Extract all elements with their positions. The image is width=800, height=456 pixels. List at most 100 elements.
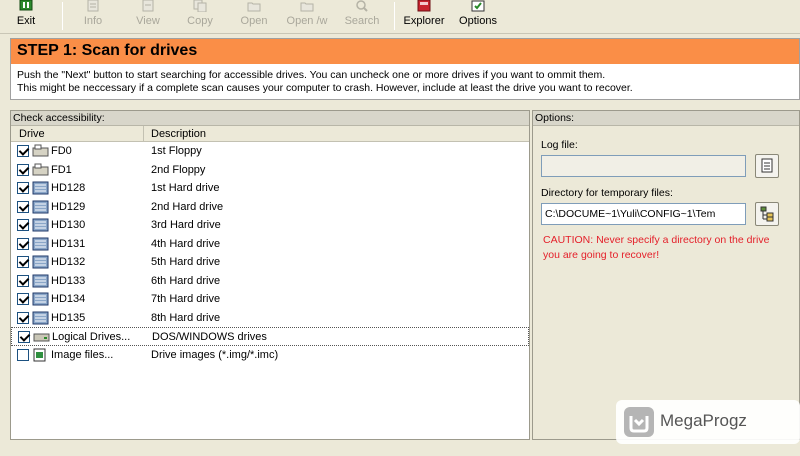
options-caption: Options:	[533, 111, 799, 126]
drive-checkbox[interactable]	[17, 237, 29, 250]
view-label: View	[136, 15, 160, 27]
hard-drive-icon	[32, 274, 49, 287]
step-title: STEP 1: Scan for drives	[11, 39, 799, 64]
logical-drive-icon	[33, 333, 50, 342]
explorer-button[interactable]: Explorer	[402, 0, 446, 32]
toolbar-separator	[394, 2, 395, 30]
drive-checkbox[interactable]	[17, 200, 29, 213]
explorer-label: Explorer	[403, 15, 445, 27]
floppy-drive-icon	[32, 144, 49, 157]
drive-checkbox[interactable]	[17, 182, 29, 194]
step-panel: STEP 1: Scan for drives Push the "Next" …	[10, 38, 800, 100]
drive-name: HD134	[51, 293, 86, 305]
column-header-drive[interactable]: Drive	[19, 128, 45, 140]
drive-description: 2nd Floppy	[151, 163, 206, 176]
drive-description: DOS/WINDOWS drives	[152, 331, 267, 343]
drive-checkbox[interactable]	[17, 293, 29, 305]
drive-name: HD128	[51, 182, 86, 194]
exit-button[interactable]: Exit	[12, 0, 40, 32]
search-icon	[356, 0, 368, 12]
drive-description: 1st Floppy	[151, 145, 202, 157]
copy-button[interactable]: Copy	[180, 0, 220, 32]
drive-description: 5th Hard drive	[151, 256, 221, 268]
hard-drive-icon	[32, 311, 49, 324]
drive-checkbox[interactable]	[17, 311, 29, 324]
drive-row-hd130[interactable]: HD130 3rd Hard drive	[11, 216, 529, 235]
search-button[interactable]: Search	[340, 0, 384, 32]
floppy-drive-icon	[32, 163, 49, 175]
drive-row-fd1[interactable]: FD1 2nd Floppy	[11, 161, 529, 180]
drive-description: 8th Hard drive	[151, 311, 221, 324]
hard-drive-icon	[32, 218, 49, 232]
browse-log-file-button[interactable]	[755, 154, 779, 178]
drive-checkbox[interactable]	[17, 256, 29, 268]
hard-drive-icon	[32, 181, 49, 195]
drive-row-image-files[interactable]: Image files... Drive images (*.img/*.imc…	[11, 346, 529, 365]
caution-message: CAUTION: Never specify a directory on th…	[543, 234, 770, 261]
options-label: Options	[459, 15, 497, 27]
folder-tree-icon	[760, 206, 774, 222]
options-icon	[471, 0, 485, 12]
temp-directory-input[interactable]: C:\DOCUME~1\Yuli\CONFIG~1\Tem	[541, 203, 746, 225]
drive-name: FD1	[51, 163, 72, 176]
step-instructions-line-1: Push the "Next" button to start searchin…	[17, 69, 606, 81]
drive-checkbox[interactable]	[17, 219, 29, 231]
drive-checkbox[interactable]	[17, 274, 29, 287]
drive-description: 1st Hard drive	[151, 182, 220, 194]
megaprogz-watermark: MegaProgz	[616, 400, 800, 444]
info-button[interactable]: Info	[76, 0, 110, 32]
search-label: Search	[344, 15, 380, 27]
drive-row-hd129[interactable]: HD129 2nd Hard drive	[11, 198, 529, 217]
image-file-icon	[33, 348, 46, 361]
drive-row-hd132[interactable]: HD132 5th Hard drive	[11, 253, 529, 272]
hard-drive-icon	[32, 237, 49, 250]
exit-icon	[19, 0, 33, 11]
info-label: Info	[83, 15, 103, 27]
drive-description: 7th Hard drive	[151, 293, 221, 305]
drive-name: HD131	[51, 237, 86, 250]
drive-row-hd128[interactable]: HD128 1st Hard drive	[11, 179, 529, 198]
open-with-button[interactable]: Open /w	[282, 0, 332, 32]
step-instructions: Push the "Next" button to start searchin…	[11, 64, 799, 95]
drive-row-hd131[interactable]: HD131 4th Hard drive	[11, 235, 529, 254]
drive-list-header: Drive Description	[11, 126, 529, 142]
drive-name: Image files...	[51, 348, 114, 361]
view-button[interactable]: View	[128, 0, 168, 32]
drive-row-logical-drives[interactable]: Logical Drives... DOS/WINDOWS drives	[11, 327, 529, 346]
column-header-description[interactable]: Description	[151, 128, 206, 140]
drive-description: Drive images (*.img/*.imc)	[151, 348, 279, 361]
view-icon	[142, 0, 154, 12]
drive-row-hd134[interactable]: HD134 7th Hard drive	[11, 290, 529, 309]
drive-row-hd133[interactable]: HD133 6th Hard drive	[11, 272, 529, 291]
copy-icon	[193, 0, 207, 12]
hard-drive-icon	[32, 200, 49, 213]
drive-description: 4th Hard drive	[151, 237, 221, 250]
log-file-input[interactable]	[541, 155, 746, 177]
open-button[interactable]: Open	[234, 0, 274, 32]
check-accessibility-panel: Check accessibility: Drive Description F…	[10, 110, 530, 440]
options-panel: Options: Log file: Directory for tempora…	[532, 110, 800, 440]
megaprogz-logo-icon	[624, 407, 654, 437]
drive-description: 3rd Hard drive	[151, 219, 221, 231]
step-instructions-line-2: This might be neccessary if a complete s…	[17, 82, 633, 94]
drive-row-hd135[interactable]: HD135 8th Hard drive	[11, 309, 529, 328]
toolbar: Exit Info View Copy Open Open /w Search …	[0, 0, 800, 34]
drive-checkbox[interactable]	[17, 163, 29, 176]
toolbar-separator	[62, 2, 63, 30]
drive-name: Logical Drives...	[52, 331, 131, 343]
drive-name: HD132	[51, 256, 86, 268]
drive-row-fd0[interactable]: FD0 1st Floppy	[11, 142, 529, 161]
drive-name: FD0	[51, 145, 72, 157]
column-divider[interactable]	[143, 126, 144, 142]
open-with-label: Open /w	[286, 15, 328, 27]
drive-checkbox[interactable]	[17, 348, 29, 361]
drive-list: FD0 1st Floppy FD1 2nd Floppy HD128 1st …	[11, 142, 529, 364]
drive-name: HD135	[51, 311, 86, 324]
hard-drive-icon	[32, 292, 49, 306]
options-button[interactable]: Options	[456, 0, 500, 32]
drive-checkbox[interactable]	[17, 145, 29, 157]
drive-name: HD129	[51, 200, 86, 213]
drive-checkbox[interactable]	[18, 331, 30, 343]
copy-label: Copy	[187, 15, 213, 27]
browse-temp-directory-button[interactable]	[755, 202, 779, 226]
